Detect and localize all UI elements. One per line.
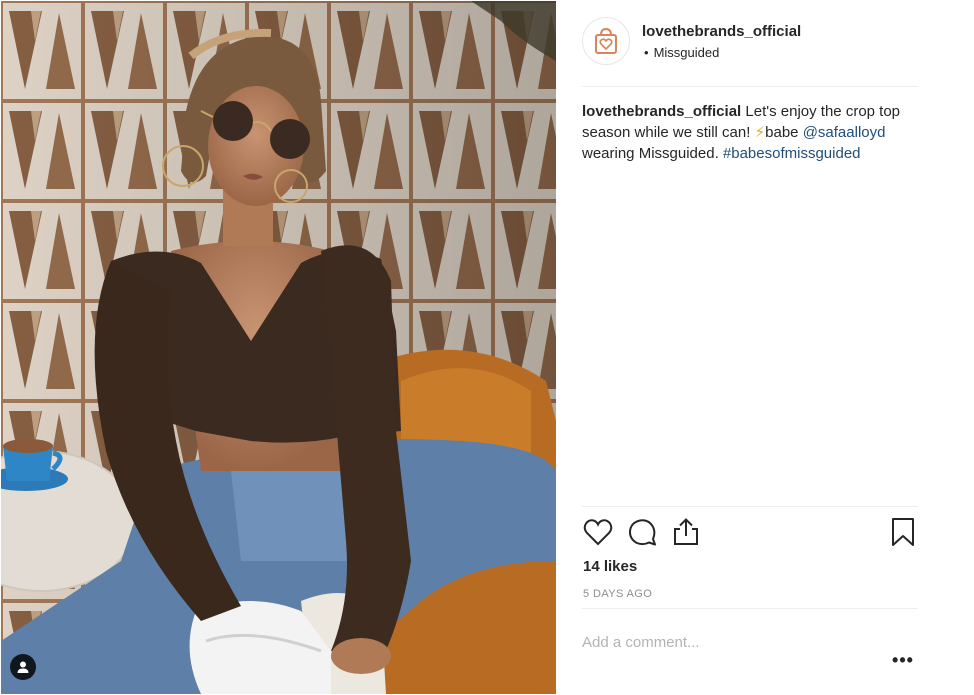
- location-label[interactable]: Missguided: [654, 45, 720, 60]
- user-silhouette-icon: [17, 661, 29, 673]
- post-timestamp[interactable]: 5 DAYS AGO: [583, 588, 652, 600]
- tagged-users-button[interactable]: [10, 654, 36, 680]
- heart-outline-icon: [583, 519, 613, 546]
- caption-text-3: wearing Missguided.: [582, 145, 723, 162]
- avatar[interactable]: [582, 17, 630, 65]
- share-button[interactable]: [670, 516, 702, 548]
- comment-divider: [582, 608, 918, 609]
- post-caption: lovethebrands_official Let's enjoy the c…: [582, 101, 902, 164]
- post-photo-image: [1, 1, 556, 694]
- add-comment-input[interactable]: [582, 630, 872, 654]
- caption-hashtag-link[interactable]: #babesofmissguided: [723, 145, 861, 162]
- save-button[interactable]: [887, 516, 919, 548]
- comment-button[interactable]: [626, 516, 658, 548]
- post-header: lovethebrands_official • Missguided: [582, 17, 922, 67]
- caption-username[interactable]: lovethebrands_official: [582, 103, 741, 120]
- post-actions: [582, 516, 918, 552]
- header-divider: [582, 86, 918, 87]
- instagram-post: lovethebrands_official • Missguided lovet…: [0, 0, 974, 695]
- post-side-panel: lovethebrands_official • Missguided lovet…: [556, 0, 974, 695]
- like-button[interactable]: [582, 516, 614, 548]
- speech-bubble-icon: [628, 519, 656, 546]
- likes-count[interactable]: 14 likes: [583, 558, 637, 575]
- location-dot: •: [644, 45, 649, 60]
- share-upload-icon: [674, 518, 698, 545]
- caption-text-2: babe: [765, 124, 803, 141]
- post-location[interactable]: • Missguided: [644, 45, 719, 60]
- bookmark-icon: [892, 518, 914, 546]
- more-options-button[interactable]: •••: [890, 650, 916, 670]
- heart-shopping-bag-logo-icon: [595, 27, 617, 54]
- post-photo[interactable]: [1, 1, 556, 694]
- actions-divider: [582, 506, 918, 507]
- lightning-emoji: ⚡: [754, 124, 766, 141]
- post-username[interactable]: lovethebrands_official: [642, 23, 801, 40]
- caption-mention-link[interactable]: @safaalloyd: [803, 124, 886, 141]
